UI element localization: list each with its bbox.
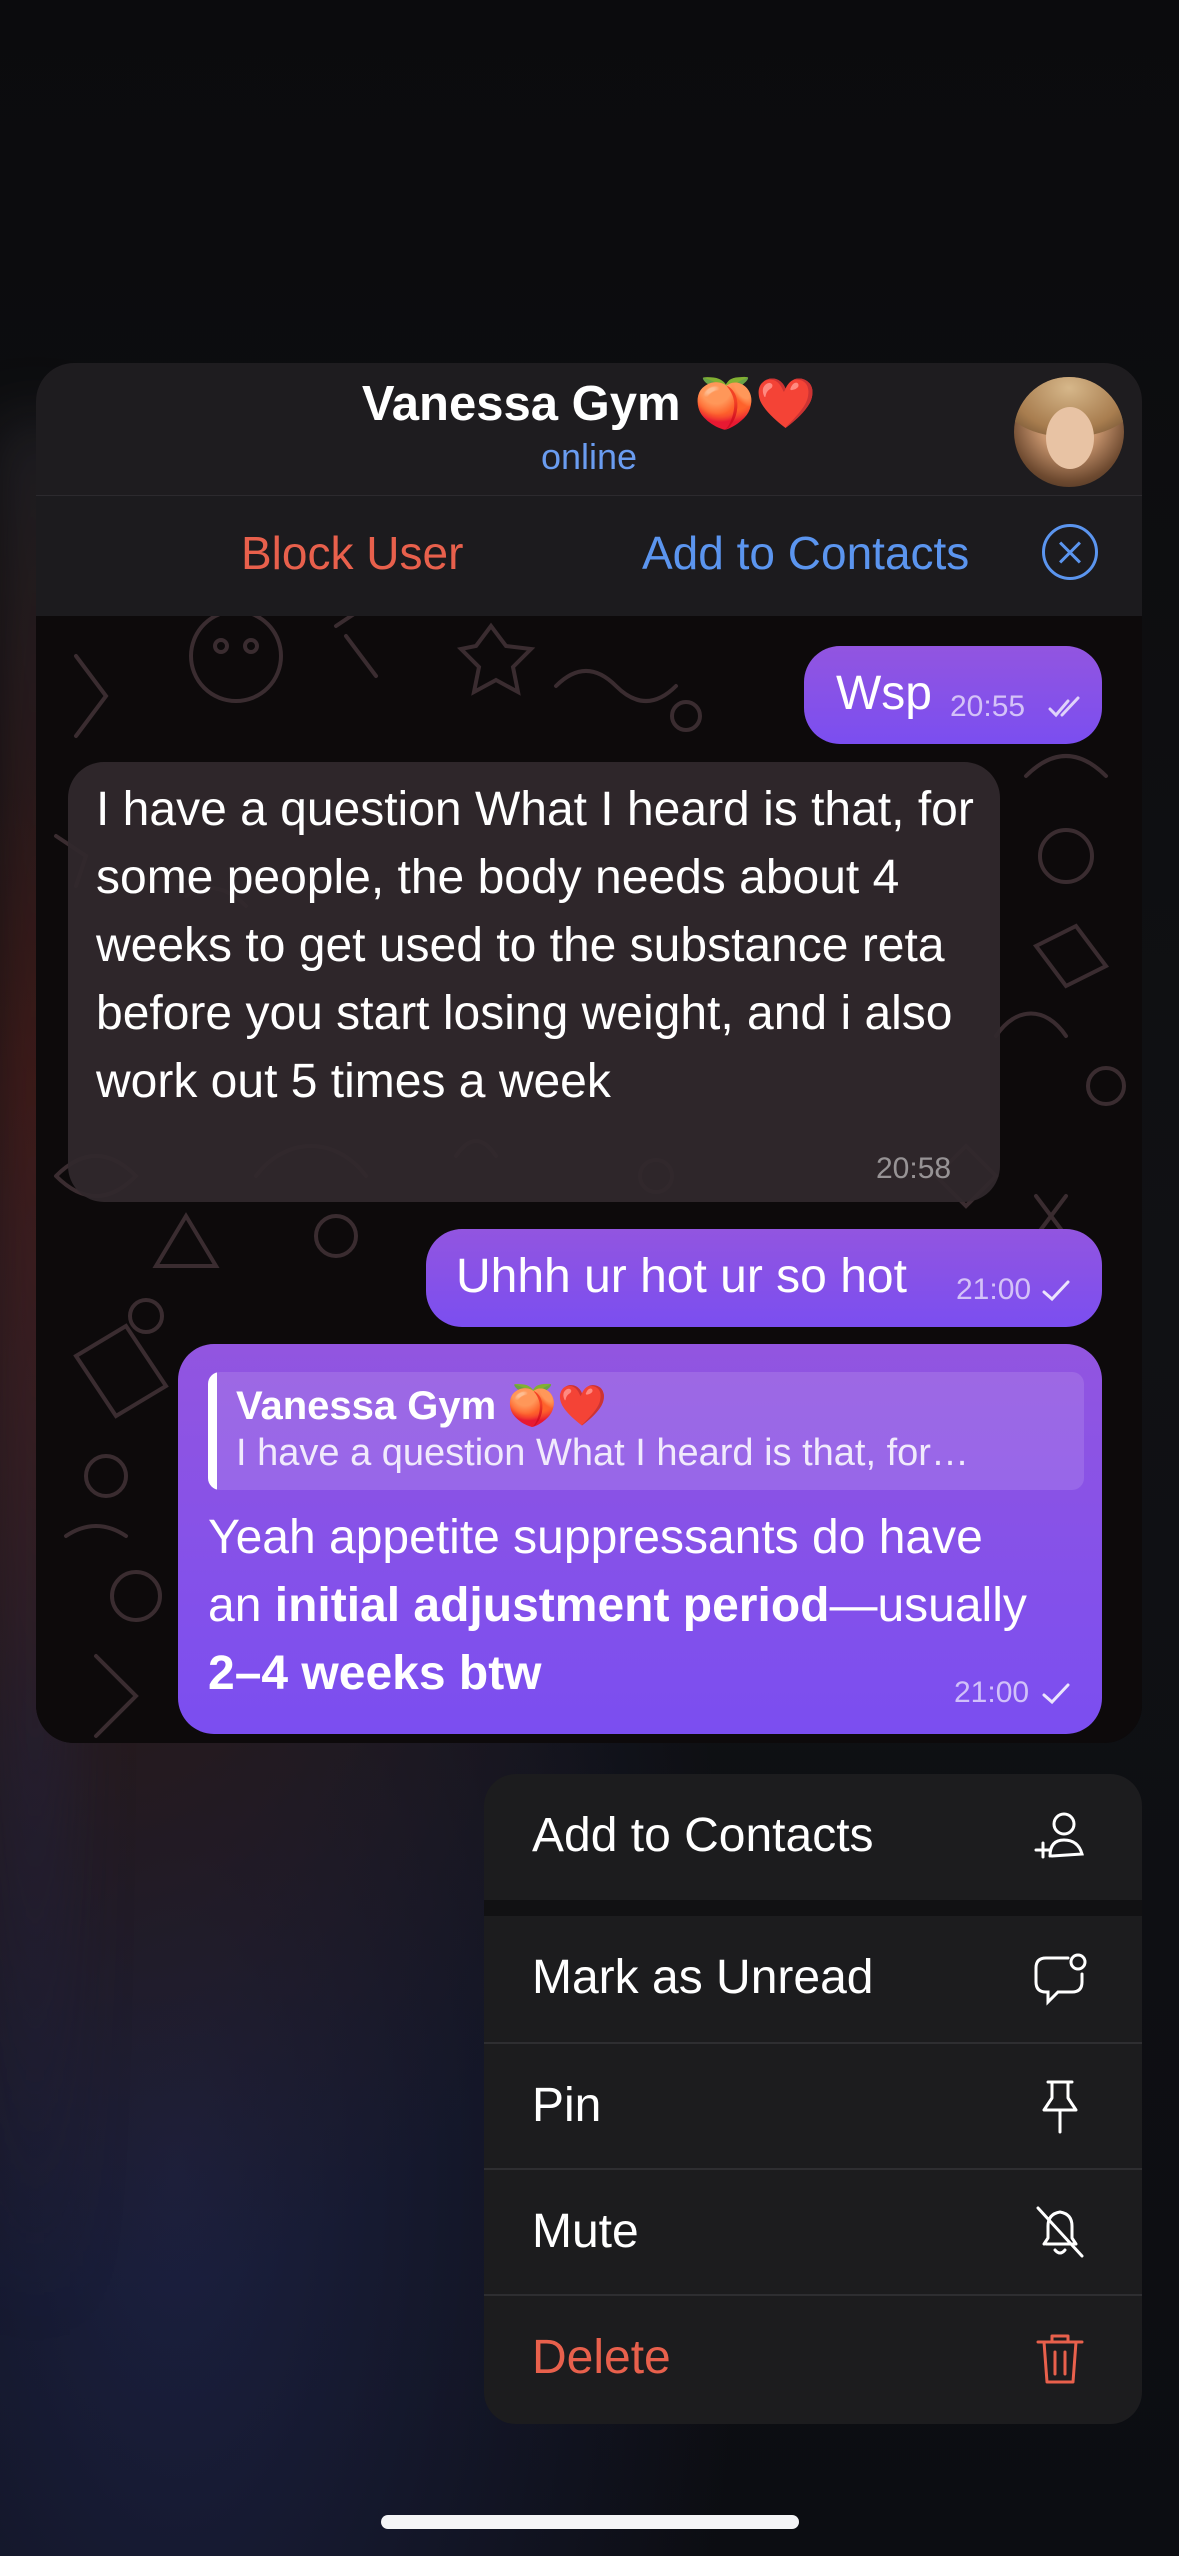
menu-item-delete[interactable]: Delete xyxy=(484,2296,1142,2422)
message-bubble-outgoing[interactable]: Wsp 20:55 xyxy=(804,646,1102,744)
message-line: an initial adjustment period—usually xyxy=(208,1572,1088,1640)
chat-title: Vanessa Gym 🍑❤️ xyxy=(361,377,817,431)
menu-item-label: Mute xyxy=(532,2205,639,2258)
context-menu: Add to Contacts Mark as Unread Pin Mute … xyxy=(484,1774,1142,2424)
avatar-face xyxy=(1046,407,1094,469)
message-bold: initial adjustment period xyxy=(274,1579,830,1632)
avatar[interactable] xyxy=(1014,377,1124,487)
mute-bell-icon xyxy=(1036,2206,1084,2258)
reply-sender-name: Vanessa Gym 🍑❤️ xyxy=(236,1384,607,1428)
message-time: 20:58 xyxy=(876,1152,952,1185)
menu-item-label: Add to Contacts xyxy=(532,1809,874,1862)
menu-item-add-to-contacts[interactable]: Add to Contacts xyxy=(484,1774,1142,1900)
reply-preview[interactable]: Vanessa Gym 🍑❤️ I have a question What I… xyxy=(208,1372,1084,1490)
home-indicator[interactable] xyxy=(381,2515,799,2529)
menu-item-mark-as-unread[interactable]: Mark as Unread xyxy=(484,1916,1142,2042)
message-bubble-outgoing[interactable]: Uhhh ur hot ur so hot 21:00 xyxy=(426,1229,1102,1327)
menu-separator xyxy=(484,1900,1142,1916)
contact-action-bar: Block User Add to Contacts xyxy=(36,496,1142,616)
reply-snippet: I have a question What I heard is that, … xyxy=(236,1432,969,1474)
message-time: 21:00 xyxy=(956,1273,1032,1306)
message-bubble-outgoing-reply[interactable]: Vanessa Gym 🍑❤️ I have a question What I… xyxy=(178,1344,1102,1734)
message-time: 21:00 xyxy=(954,1676,1030,1709)
mark-unread-icon xyxy=(1034,1953,1087,2006)
pin-icon xyxy=(1042,2080,1078,2134)
message-text: I have a question What I heard is that, … xyxy=(96,783,974,1108)
message-span: —usually xyxy=(829,1579,1027,1632)
menu-item-label: Pin xyxy=(532,2079,602,2132)
message-line: Yeah appetite suppressants do have xyxy=(208,1511,983,1564)
message-text: Uhhh ur hot ur so hot xyxy=(456,1250,907,1303)
menu-item-pin[interactable]: Pin xyxy=(484,2044,1142,2170)
block-user-button[interactable]: Block User xyxy=(241,526,463,580)
message-text: Wsp xyxy=(836,667,932,720)
chat-status: online xyxy=(540,436,638,477)
trash-icon xyxy=(1036,2334,1084,2384)
message-span: an xyxy=(208,1579,275,1632)
message-bubble-incoming[interactable]: I have a question What I heard is that, … xyxy=(68,762,1000,1202)
add-contact-icon xyxy=(1034,1812,1084,1859)
menu-item-label: Delete xyxy=(532,2331,671,2384)
check-icon xyxy=(1042,1683,1070,1705)
double-check-icon xyxy=(1048,696,1080,718)
reply-accent-bar xyxy=(208,1372,217,1490)
add-to-contacts-button[interactable]: Add to Contacts xyxy=(642,526,969,580)
message-time: 20:55 xyxy=(950,690,1026,723)
chat-header: Vanessa Gym 🍑❤️ online xyxy=(36,363,1142,496)
message-bold: 2–4 weeks btw xyxy=(208,1647,542,1700)
message-list[interactable]: Wsp 20:55 I have a question What I heard… xyxy=(36,616,1142,1743)
chat-preview-card[interactable]: Vanessa Gym 🍑❤️ online Block User Add to… xyxy=(36,363,1142,1743)
menu-item-label: Mark as Unread xyxy=(532,1951,874,2004)
close-icon[interactable] xyxy=(1042,524,1098,580)
check-icon xyxy=(1042,1280,1070,1302)
menu-item-mute[interactable]: Mute xyxy=(484,2170,1142,2296)
